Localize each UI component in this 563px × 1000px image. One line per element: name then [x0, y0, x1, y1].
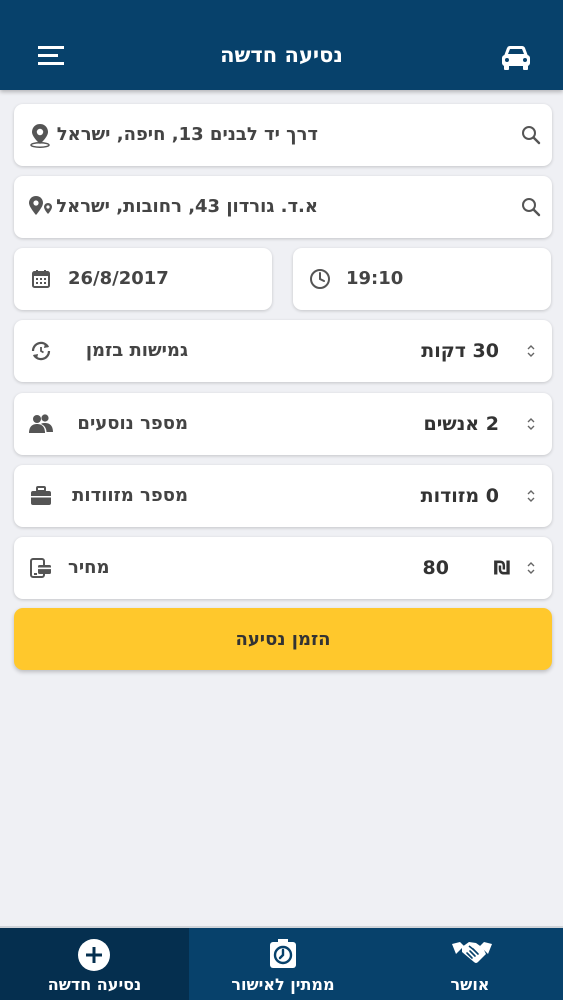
destination-field[interactable]: א.ד. גורדון 43, רחובות, ישראל — [14, 176, 552, 238]
price-label: מחיר — [68, 557, 110, 578]
luggage-label: מספר מזוודות — [72, 485, 188, 506]
luggage-value: 0 מזודות — [420, 485, 499, 507]
route-pins-icon — [29, 196, 52, 215]
bottom-nav: נסיעה חדשה ממתין לאישור אושר — [0, 926, 563, 1000]
order-ride-button[interactable]: הזמן נסיעה — [14, 608, 552, 670]
payment-icon — [30, 558, 51, 578]
passengers-label: מספר נוסעים — [77, 413, 188, 434]
clock-icon — [310, 269, 330, 289]
search-icon[interactable] — [521, 125, 541, 145]
origin-field[interactable]: דרך יד לבנים 13, חיפה, ישראל — [14, 104, 552, 166]
date-value: 26/8/2017 — [68, 268, 169, 289]
page-title: נסיעה חדשה — [220, 43, 343, 67]
app-header: נסיעה חדשה — [0, 0, 563, 90]
nav-item-label: אושר — [450, 975, 490, 994]
handshake-icon — [452, 942, 492, 963]
nav-item-new-ride[interactable]: נסיעה חדשה — [0, 928, 189, 1000]
search-icon[interactable] — [521, 197, 541, 217]
destination-value: א.ד. גורדון 43, רחובות, ישראל — [56, 196, 318, 217]
screen: נסיעה חדשה דרך יד לבנים 13, חיפה, ישראל — [0, 0, 563, 1000]
passengers-field[interactable]: 2 אנשים מספר נוסעים — [14, 393, 552, 455]
luggage-field[interactable]: 0 מזודות מספר מזוודות — [14, 465, 552, 527]
calendar-icon — [32, 270, 50, 288]
time-field[interactable]: 19:10 — [293, 248, 551, 310]
nav-item-pending[interactable]: ממתין לאישור — [189, 928, 377, 1000]
time-value: 19:10 — [346, 268, 404, 289]
people-icon — [29, 414, 53, 433]
passengers-value: 2 אנשים — [423, 413, 499, 435]
nav-item-label: נסיעה חדשה — [47, 975, 142, 994]
price-value: 80 — [422, 557, 449, 579]
pending-clock-icon — [270, 939, 296, 968]
refresh-clock-icon — [31, 341, 51, 361]
currency-symbol: ₪ — [493, 557, 511, 579]
stepper-arrows-icon[interactable] — [525, 414, 537, 434]
location-pin-icon — [30, 124, 50, 148]
stepper-arrows-icon[interactable] — [525, 341, 537, 361]
stepper-arrows-icon[interactable] — [525, 558, 537, 578]
time-flexibility-field[interactable]: 30 דקות גמישות בזמן — [14, 320, 552, 382]
nav-item-approved[interactable]: אושר — [377, 928, 563, 1000]
time-flexibility-label: גמישות בזמן — [85, 340, 188, 361]
stepper-arrows-icon[interactable] — [525, 486, 537, 506]
car-icon — [502, 46, 530, 70]
origin-value: דרך יד לבנים 13, חיפה, ישראל — [56, 124, 318, 145]
time-flexibility-value: 30 דקות — [421, 340, 499, 362]
nav-item-label: ממתין לאישור — [231, 975, 335, 994]
date-field[interactable]: 26/8/2017 — [14, 248, 272, 310]
plus-circle-icon — [78, 939, 110, 971]
price-field[interactable]: ₪ 80 מחיר — [14, 537, 552, 599]
suitcase-icon — [31, 486, 51, 505]
